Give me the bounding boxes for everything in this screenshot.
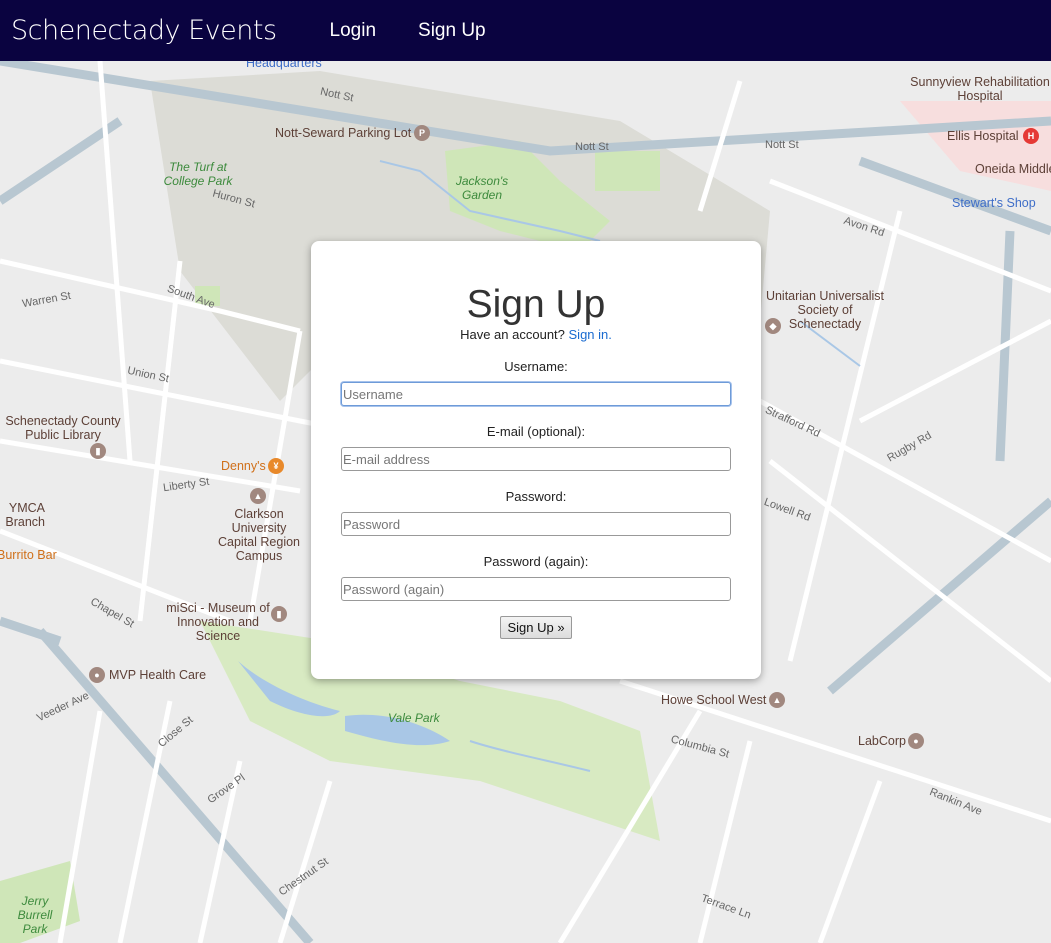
map-label-headquarters: Headquarters [246, 61, 322, 70]
password-again-input[interactable] [341, 577, 731, 601]
map-label-mvp-health: MVP Health Care [109, 668, 207, 682]
map-label-clarkson: Clarkson University Capital Region Campu… [218, 507, 300, 563]
username-label: Username: [504, 359, 568, 374]
map-label-nott-seward-parking: Nott-Seward Parking Lot [275, 126, 412, 140]
library-icon: ▮ [90, 443, 106, 459]
school-icon: ▲ [250, 488, 266, 504]
email-label: E-mail (optional): [486, 424, 586, 439]
password-label: Password: [505, 489, 567, 504]
nav-login-link[interactable]: Login [330, 20, 377, 42]
street-label: Nott St [765, 139, 799, 151]
page-title: Sign Up [466, 283, 606, 326]
map-label-oneida-middle: Oneida Middle [975, 162, 1051, 176]
map-label-labcorp: LabCorp [858, 734, 906, 748]
parking-icon: P [414, 125, 430, 141]
password-input[interactable] [341, 512, 731, 536]
email-input[interactable] [341, 447, 731, 471]
map-label-burrito-bar: Burrito Bar [0, 548, 57, 562]
nav-signup-link[interactable]: Sign Up [418, 20, 486, 42]
map-label-jacksons-garden: Jackson's Garden [455, 174, 509, 202]
map-label-misci: miSci - Museum of Innovation and Science [166, 601, 270, 643]
museum-icon: ▮ [271, 606, 287, 622]
map-label-dennys: Denny's [221, 459, 266, 473]
map-label-ellis-hospital: Ellis Hospital [947, 129, 1019, 143]
school-icon: ▲ [769, 692, 785, 708]
sign-in-link[interactable]: Sign in. [569, 327, 612, 342]
health-icon: ● [89, 667, 105, 683]
map-label-ymca: YMCA Branch [5, 501, 45, 529]
map-label-turf: The Turf at College Park [163, 160, 233, 188]
map-label-jerry-burrell: Jerry Burrell Park [17, 894, 53, 936]
password-again-label: Password (again): [483, 554, 589, 569]
top-navbar: Schenectady Events Login Sign Up [0, 0, 1051, 61]
map-label-vale-park: Vale Park [388, 711, 440, 725]
map-label-howe-school: Howe School West [661, 693, 767, 707]
lab-icon: ● [908, 733, 924, 749]
worship-icon: ◆ [765, 318, 781, 334]
restaurant-icon: ¥ [268, 458, 284, 474]
site-brand[interactable]: Schenectady Events [11, 15, 277, 46]
have-account-text: Have an account? [460, 327, 565, 342]
street-label: Nott St [575, 141, 609, 153]
have-account-line: Have an account? Sign in. [311, 327, 761, 342]
map-label-library: Schenectady County Public Library [5, 414, 121, 442]
sign-up-submit-button[interactable]: Sign Up » [500, 616, 572, 639]
hospital-icon: H [1023, 128, 1039, 144]
username-input[interactable] [341, 382, 731, 406]
map-label-stewarts-shop: Stewart's Shop [952, 196, 1036, 210]
signup-card: Sign Up Have an account? Sign in. Userna… [311, 241, 761, 679]
map-label-sunnyview: Sunnyview Rehabilitation Hospital [910, 75, 1050, 103]
